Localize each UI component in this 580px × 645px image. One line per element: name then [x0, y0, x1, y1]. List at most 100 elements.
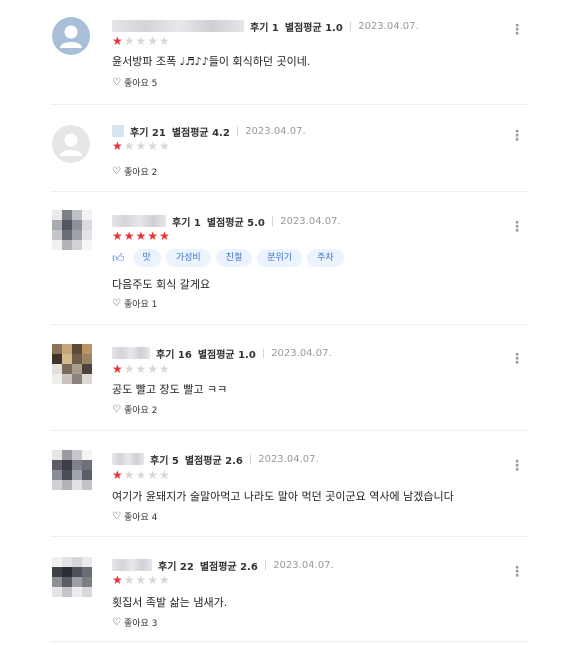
review-meta: 후기 21 별점평균 4.2 | 2023.04.07. — [112, 123, 306, 139]
review-date: 2023.04.07. — [358, 20, 419, 32]
review-count: 후기 1 — [172, 217, 201, 229]
divider: | — [261, 347, 266, 359]
heart-outline-icon: ♡ — [112, 404, 121, 415]
like-count: 좋아요 1 — [123, 300, 158, 310]
rating-average: 별점평균 4.2 — [171, 127, 230, 139]
more-options-icon[interactable]: ⋮ — [510, 352, 524, 366]
heart-outline-icon: ♡ — [112, 77, 121, 88]
review-text: 윤서방파 조폭 ♩♬♪♪들이 회식하던 곳이네. — [112, 55, 311, 68]
more-options-icon[interactable]: ⋮ — [510, 129, 524, 143]
heart-outline-icon: ♡ — [112, 511, 121, 522]
tag-atmosphere[interactable]: 분위기 — [257, 249, 303, 267]
divider — [50, 191, 528, 192]
like-button[interactable]: ♡ 좋아요 2 — [112, 403, 157, 416]
author-name[interactable] — [112, 20, 244, 32]
divider — [50, 641, 528, 642]
review-count: 후기 1 — [250, 22, 279, 34]
author-name[interactable] — [112, 559, 152, 571]
review-count: 후기 21 — [130, 127, 166, 139]
tag-taste[interactable]: 맛 — [132, 249, 161, 267]
review-text: 횟집서 족발 삶는 냄새가. — [112, 596, 228, 609]
review-count: 후기 22 — [158, 561, 194, 573]
divider: | — [248, 453, 253, 465]
like-button[interactable]: ♡ 좋아요 5 — [112, 76, 157, 89]
star-icon: ★★★★★ — [112, 229, 171, 243]
star-rating: ★★★★★ — [112, 140, 171, 152]
divider — [50, 324, 528, 325]
avatar[interactable] — [52, 210, 92, 250]
like-count: 좋아요 5 — [123, 79, 158, 89]
star-icon: ★★★★ — [123, 362, 171, 376]
like-count: 좋아요 4 — [123, 513, 158, 523]
star-icon: ★★★★ — [123, 468, 171, 482]
keyword-tags: 👍︎ 맛 가성비 친절 분위기 주차 — [112, 249, 349, 267]
divider — [50, 536, 528, 537]
like-button[interactable]: ♡ 좋아요 3 — [112, 616, 157, 629]
author-name[interactable] — [112, 125, 124, 137]
review-count: 후기 5 — [150, 455, 179, 467]
avatar[interactable] — [52, 17, 90, 55]
rating-average: 별점평균 2.6 — [199, 561, 258, 573]
avatar[interactable] — [52, 450, 92, 490]
review-text: 여기가 윤돼지가 술말아먹고 나라도 말아 먹던 곳이군요 역사에 남겠습니다 — [112, 490, 454, 503]
review-date: 2023.04.07. — [258, 453, 319, 465]
review-meta: 후기 1 별점평균 5.0 | 2023.04.07. — [112, 213, 341, 229]
star-rating: ★★★★★ — [112, 574, 171, 586]
star-icon: ★ — [112, 573, 124, 587]
star-icon: ★ — [112, 34, 124, 48]
review-date: 2023.04.07. — [273, 559, 334, 571]
divider: | — [270, 215, 275, 227]
like-count: 좋아요 2 — [123, 406, 158, 416]
divider — [50, 430, 528, 431]
divider: | — [235, 125, 240, 137]
like-button[interactable]: ♡ 좋아요 4 — [112, 510, 157, 523]
author-name[interactable] — [112, 453, 144, 465]
review-date: 2023.04.07. — [280, 215, 341, 227]
tag-value[interactable]: 가성비 — [165, 249, 211, 267]
more-options-icon[interactable]: ⋮ — [510, 23, 524, 37]
divider: | — [263, 559, 268, 571]
author-name[interactable] — [112, 215, 166, 227]
avatar[interactable] — [52, 557, 92, 597]
tag-parking[interactable]: 주차 — [307, 249, 344, 267]
like-count: 좋아요 2 — [123, 168, 158, 178]
divider: | — [348, 20, 353, 32]
user-icon — [60, 25, 82, 48]
more-options-icon[interactable]: ⋮ — [510, 220, 524, 234]
tag-kindness[interactable]: 친절 — [215, 249, 253, 267]
like-button[interactable]: ♡ 좋아요 1 — [112, 297, 157, 310]
divider — [50, 104, 528, 105]
star-icon: ★★★★ — [123, 139, 171, 153]
star-icon: ★ — [112, 139, 124, 153]
thumbs-up-icon: 👍︎ — [112, 250, 125, 265]
star-icon: ★★★★ — [123, 573, 171, 587]
star-rating: ★★★★★ — [112, 35, 171, 47]
heart-outline-icon: ♡ — [112, 617, 121, 628]
author-name[interactable] — [112, 347, 150, 359]
rating-average: 별점평균 2.6 — [184, 455, 243, 467]
rating-average: 별점평균 1.0 — [197, 349, 256, 361]
review-meta: 후기 16 별점평균 1.0 | 2023.04.07. — [112, 345, 332, 361]
review-count: 후기 16 — [156, 349, 192, 361]
review-text: 공도 빨고 장도 빨고 ㅋㅋ — [112, 383, 228, 396]
heart-outline-icon: ♡ — [112, 298, 121, 309]
review-meta: 후기 1 별점평균 1.0 | 2023.04.07. — [112, 18, 419, 34]
like-button[interactable]: ♡ 좋아요 2 — [112, 165, 157, 178]
more-options-icon[interactable]: ⋮ — [510, 565, 524, 579]
review-date: 2023.04.07. — [245, 125, 306, 137]
review-meta: 후기 22 별점평균 2.6 | 2023.04.07. — [112, 557, 334, 573]
star-rating: ★★★★★ — [112, 469, 171, 481]
user-icon — [60, 133, 82, 156]
star-icon: ★★★★ — [123, 34, 171, 48]
star-rating: ★★★★★ — [112, 230, 171, 242]
review-date: 2023.04.07. — [271, 347, 332, 359]
star-icon: ★ — [112, 468, 124, 482]
avatar[interactable] — [52, 344, 92, 384]
star-rating: ★★★★★ — [112, 363, 171, 375]
star-icon: ★ — [112, 362, 124, 376]
heart-outline-icon: ♡ — [112, 166, 121, 177]
rating-average: 별점평균 1.0 — [284, 22, 343, 34]
review-text: 다음주도 회식 갈게요 — [112, 278, 211, 291]
avatar[interactable] — [52, 125, 90, 163]
more-options-icon[interactable]: ⋮ — [510, 459, 524, 473]
